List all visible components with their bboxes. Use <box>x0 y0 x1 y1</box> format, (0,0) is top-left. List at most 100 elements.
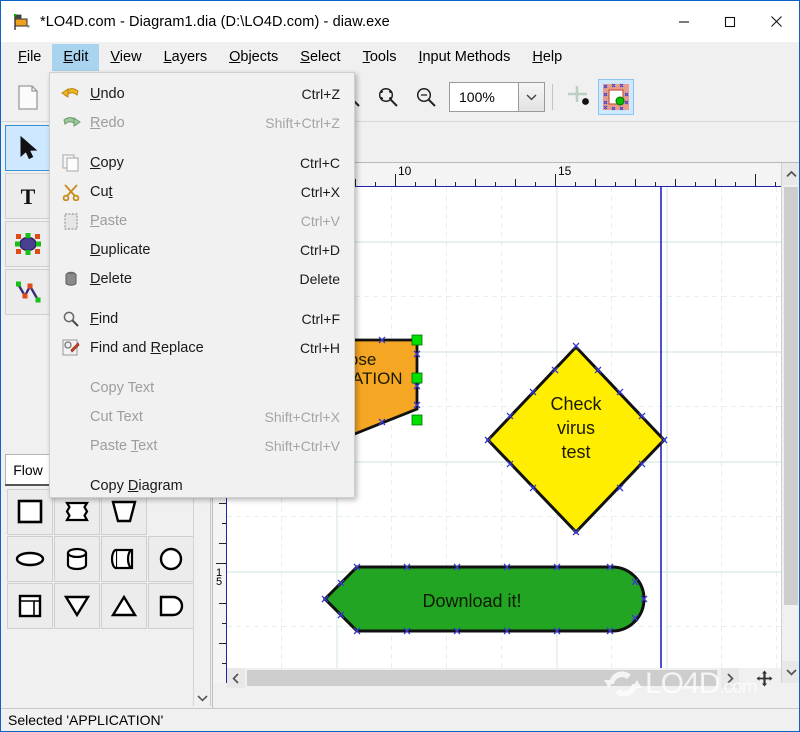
menu-view[interactable]: View <box>99 44 152 71</box>
menu-item-cut-text-accel: Shift+Ctrl+X <box>264 408 340 425</box>
snap-to-objects-button[interactable] <box>598 78 634 115</box>
canvas-vertical-scrollbar[interactable] <box>781 163 799 683</box>
menu-separator-3 <box>50 362 354 373</box>
clipboard-icon <box>58 210 84 232</box>
zoom-level-combobox[interactable]: 100% <box>449 81 545 112</box>
menu-item-cut-text[interactable]: Cut Text Shift+Ctrl+X <box>50 402 354 431</box>
move-cross-icon <box>756 670 772 686</box>
scroll-up-arrow-icon[interactable] <box>782 163 799 185</box>
scroll-right-arrow-icon[interactable] <box>721 668 739 688</box>
close-button[interactable] <box>753 1 799 42</box>
svg-text:test: test <box>561 442 590 462</box>
shape-flow-magnetic-drum[interactable] <box>101 536 147 582</box>
menu-item-copy-accel: Ctrl+C <box>299 154 340 171</box>
menu-item-find-and-replace-accel: Ctrl+H <box>299 339 340 356</box>
menu-select[interactable]: Select <box>289 44 351 71</box>
snap-objects-icon <box>603 83 629 110</box>
menu-item-copy-text[interactable]: Copy Text <box>50 373 354 402</box>
menu-item-copy-diagram[interactable]: Copy Diagram <box>50 471 354 500</box>
vertical-scroll-thumb[interactable] <box>784 187 798 605</box>
menu-item-paste-text-accel: Shift+Ctrl+V <box>264 437 340 454</box>
scroll-down-arrow-icon[interactable] <box>782 661 799 683</box>
zoom-level-value: 100% <box>459 88 495 105</box>
new-diagram-button[interactable] <box>9 78 47 116</box>
tool-modify[interactable] <box>5 125 51 171</box>
menu-item-find-and-replace[interactable]: Find and Replace Ctrl+H <box>50 333 354 362</box>
zoom-to-selection-button[interactable] <box>369 78 407 116</box>
sheet-tab-label: Flow <box>13 461 43 478</box>
menu-item-copy[interactable]: Copy Ctrl+C <box>50 148 354 177</box>
canvas-horizontal-scrollbar[interactable] <box>227 668 781 688</box>
no-icon <box>58 435 84 457</box>
flow-magdisk-icon <box>110 548 134 570</box>
edit-menu-popup: Undo Ctrl+Z Redo Shift+Ctrl+Z Copy Ctrl+… <box>49 72 355 498</box>
menu-separator-4 <box>50 460 354 471</box>
menu-item-duplicate-label: Duplicate <box>90 241 151 258</box>
diagram-shape-download-it: Download it! <box>321 563 648 635</box>
scroll-left-arrow-icon[interactable] <box>227 668 245 688</box>
shape-flow-ellipse[interactable] <box>7 536 53 582</box>
menu-item-cut[interactable]: Cut Ctrl+X <box>50 177 354 206</box>
flow-ellipse-icon <box>15 551 45 567</box>
horizontal-scroll-thumb[interactable] <box>247 670 717 686</box>
shape-flow-document[interactable] <box>7 583 53 629</box>
menu-item-redo[interactable]: Redo Shift+Ctrl+Z <box>50 108 354 137</box>
shape-box[interactable] <box>7 489 53 535</box>
find-replace-icon <box>58 337 84 359</box>
no-icon <box>58 239 84 261</box>
shape-flow-cylinder[interactable] <box>54 536 100 582</box>
menu-layers[interactable]: Layers <box>153 44 219 71</box>
tool-text[interactable]: T <box>5 173 51 219</box>
title-bar: *LO4D.com - Diagram1.dia (D:\LO4D.com) -… <box>1 1 799 42</box>
menu-item-cut-text-label: Cut Text <box>90 408 143 425</box>
snap-to-grid-button[interactable] <box>560 78 598 116</box>
shape-flow-triangle-down[interactable] <box>54 583 100 629</box>
menu-objects[interactable]: Objects <box>218 44 289 71</box>
menu-item-duplicate[interactable]: Duplicate Ctrl+D <box>50 235 354 264</box>
flow-triangle-down-icon <box>63 595 91 618</box>
flow-cylinder-icon <box>66 547 88 571</box>
tool-scroll-select[interactable] <box>5 221 51 267</box>
snap-grid-icon <box>568 85 589 105</box>
menu-item-paste-text-label: Paste Text <box>90 437 158 454</box>
box-icon <box>17 499 43 524</box>
shape-flow-delay[interactable] <box>148 583 194 629</box>
svg-text:virus: virus <box>557 418 595 438</box>
chevron-down-icon[interactable] <box>518 82 544 111</box>
menu-separator-1 <box>50 137 354 148</box>
vertical-ruler-label: 15 <box>213 567 225 585</box>
menu-item-delete[interactable]: Delete Delete <box>50 264 354 293</box>
zoom-out-button[interactable] <box>407 78 445 116</box>
maximize-button[interactable] <box>707 1 753 42</box>
cursor-arrow-icon <box>20 135 38 160</box>
menu-item-find-label: Find <box>90 310 119 327</box>
menu-item-find-and-replace-label: Find and Replace <box>90 339 204 356</box>
shape-flow-circle[interactable] <box>148 536 194 582</box>
scroll-down-arrow-icon[interactable] <box>194 690 210 706</box>
pan-tool-button[interactable] <box>749 668 779 688</box>
sheet-tab-flowchart[interactable]: Flow <box>5 454 51 484</box>
undo-arrow-icon <box>58 83 84 105</box>
menu-item-paste-accel: Ctrl+V <box>300 212 340 229</box>
minimize-button[interactable] <box>661 1 707 42</box>
ruler-label-15: 15 <box>558 164 572 178</box>
menu-item-delete-label: Delete <box>90 270 132 287</box>
shapes-palette <box>5 484 211 706</box>
menu-item-find[interactable]: Find Ctrl+F <box>50 304 354 333</box>
menu-edit[interactable]: Edit <box>52 43 100 71</box>
menu-item-redo-label: Redo <box>90 114 125 131</box>
status-bar: Selected 'APPLICATION' <box>1 708 799 731</box>
menu-help[interactable]: Help <box>521 44 573 71</box>
tool-edit-polyline[interactable] <box>5 269 51 315</box>
menu-file[interactable]: File <box>7 44 52 71</box>
menu-item-paste-text[interactable]: Paste Text Shift+Ctrl+V <box>50 431 354 460</box>
menu-bar: File Edit View Layers Objects Select Too… <box>1 42 799 72</box>
menu-item-copy-text-label: Copy Text <box>90 379 155 396</box>
shapes-scrollbar[interactable] <box>193 488 209 706</box>
menu-input-methods[interactable]: Input Methods <box>407 44 521 71</box>
shape-flow-triangle-up[interactable] <box>101 583 147 629</box>
menu-tools[interactable]: Tools <box>352 44 408 71</box>
menu-item-undo[interactable]: Undo Ctrl+Z <box>50 79 354 108</box>
menu-item-paste[interactable]: Paste Ctrl+V <box>50 206 354 235</box>
menu-item-cut-label: Cut <box>90 183 113 200</box>
